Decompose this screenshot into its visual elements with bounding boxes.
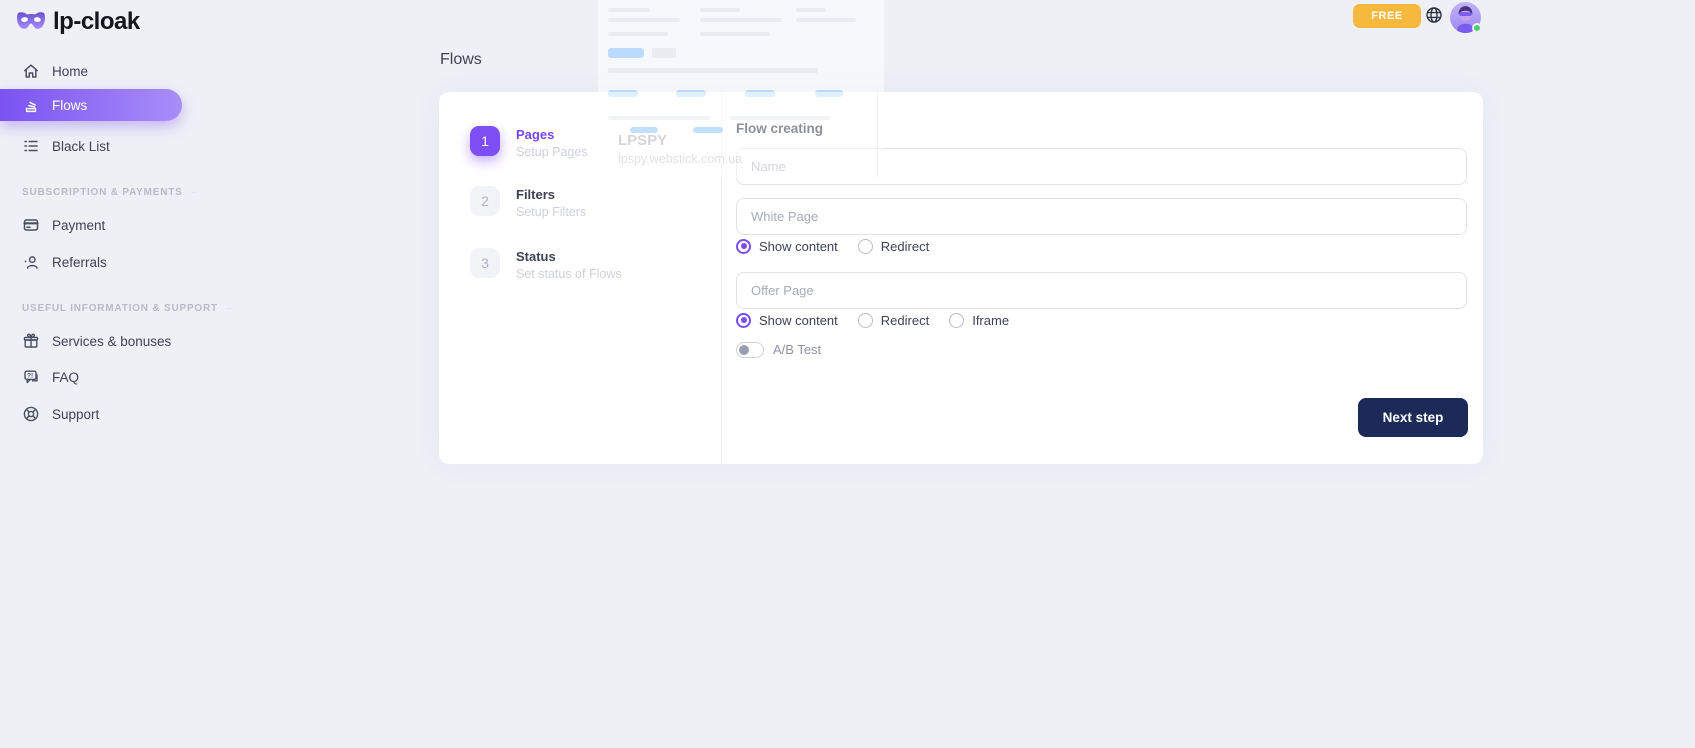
white-page-input[interactable]: [736, 198, 1467, 235]
radio-option-redirect[interactable]: Redirect: [858, 239, 929, 254]
toggle-knob: [739, 345, 749, 355]
flows-icon: [22, 96, 40, 114]
step-pages[interactable]: 1 Pages Setup Pages: [470, 126, 588, 159]
sidebar-item-label: FAQ: [52, 370, 79, 385]
user-avatar[interactable]: [1450, 2, 1481, 33]
name-input[interactable]: [736, 148, 1467, 185]
white-page-mode-group: Show content Redirect: [736, 238, 929, 254]
online-status-dot: [1472, 23, 1482, 33]
sidebar-item-label: Black List: [52, 139, 110, 154]
radio-label: Show content: [759, 239, 838, 254]
step-number: 2: [470, 186, 500, 216]
language-globe-button[interactable]: [1425, 6, 1443, 24]
next-step-button[interactable]: Next step: [1358, 398, 1468, 437]
sidebar-item-label: Flows: [52, 98, 87, 113]
sidebar: lp-cloak Home Flows Black List SUBSC: [0, 0, 182, 748]
sidebar-item-label: Referrals: [52, 255, 107, 270]
radio-label: Show content: [759, 313, 838, 328]
sidebar-item-label: Support: [52, 407, 99, 422]
sidebar-item-label: Services & bonuses: [52, 334, 171, 349]
sidebar-item-services[interactable]: Services & bonuses: [0, 324, 182, 358]
sidebar-item-label: Home: [52, 64, 88, 79]
offer-page-input[interactable]: [736, 272, 1467, 309]
offer-page-mode-group: Show content Redirect Iframe: [736, 312, 1009, 328]
flow-creating-card: 1 Pages Setup Pages 2 Filters Setup Filt…: [439, 92, 1483, 464]
home-icon: [22, 62, 40, 80]
page-title: Flows: [440, 51, 482, 69]
form-title: Flow creating: [736, 121, 823, 136]
mask-icon: [16, 11, 46, 33]
sidebar-item-home[interactable]: Home: [0, 54, 182, 88]
brand-logo[interactable]: lp-cloak: [16, 8, 140, 36]
ab-test-toggle[interactable]: A/B Test: [736, 341, 821, 358]
referrals-icon: [22, 253, 40, 271]
faq-icon: ?!: [22, 368, 40, 386]
sidebar-item-black-list[interactable]: Black List: [0, 129, 182, 163]
step-subtitle: Setup Pages: [516, 145, 588, 159]
radio-option-show-content[interactable]: Show content: [736, 239, 838, 254]
section-label-text: SUBSCRIPTION & PAYMENTS: [22, 187, 183, 198]
sidebar-item-payment[interactable]: Payment: [0, 208, 182, 242]
radio-label: Iframe: [972, 313, 1009, 328]
radio-option-iframe[interactable]: Iframe: [949, 313, 1009, 328]
support-icon: [22, 405, 40, 423]
step-status[interactable]: 3 Status Set status of Flows: [470, 248, 622, 281]
sidebar-item-flows[interactable]: Flows: [0, 89, 182, 121]
step-subtitle: Set status of Flows: [516, 267, 622, 281]
step-number: 1: [470, 126, 500, 156]
sidebar-item-faq[interactable]: ?! FAQ: [0, 360, 182, 394]
radio-label: Redirect: [881, 313, 929, 328]
radio-selected-icon: [736, 313, 751, 328]
toggle-track: [736, 342, 764, 358]
radio-unselected-icon: [949, 313, 964, 328]
radio-label: Redirect: [881, 239, 929, 254]
radio-unselected-icon: [858, 313, 873, 328]
sidebar-item-support[interactable]: Support: [0, 397, 182, 431]
svg-text:?!: ?!: [27, 373, 33, 380]
step-number: 3: [470, 248, 500, 278]
step-subtitle: Setup Filters: [516, 205, 586, 219]
step-title: Pages: [516, 126, 588, 142]
step-filters[interactable]: 2 Filters Setup Filters: [470, 186, 586, 219]
app-root: lp-cloak Home Flows Black List SUBSC: [0, 0, 1695, 748]
sidebar-item-referrals[interactable]: Referrals: [0, 245, 182, 279]
card-divider: [721, 92, 722, 464]
globe-icon: [1425, 6, 1443, 24]
section-label-text: USEFUL INFORMATION & SUPPORT: [22, 303, 218, 314]
sidebar-item-label: Payment: [52, 218, 105, 233]
radio-option-redirect[interactable]: Redirect: [858, 313, 929, 328]
plan-badge-button[interactable]: FREE: [1353, 4, 1421, 28]
section-label-support: USEFUL INFORMATION & SUPPORT: [22, 302, 182, 314]
radio-unselected-icon: [858, 239, 873, 254]
step-title: Filters: [516, 186, 586, 202]
brand-name: lp-cloak: [53, 8, 140, 36]
section-label-subscription: SUBSCRIPTION & PAYMENTS: [22, 186, 182, 198]
toggle-label: A/B Test: [773, 342, 821, 357]
payment-icon: [22, 216, 40, 234]
radio-option-show-content[interactable]: Show content: [736, 313, 838, 328]
gift-icon: [22, 332, 40, 350]
radio-selected-icon: [736, 239, 751, 254]
blacklist-icon: [22, 137, 40, 155]
step-title: Status: [516, 248, 622, 264]
